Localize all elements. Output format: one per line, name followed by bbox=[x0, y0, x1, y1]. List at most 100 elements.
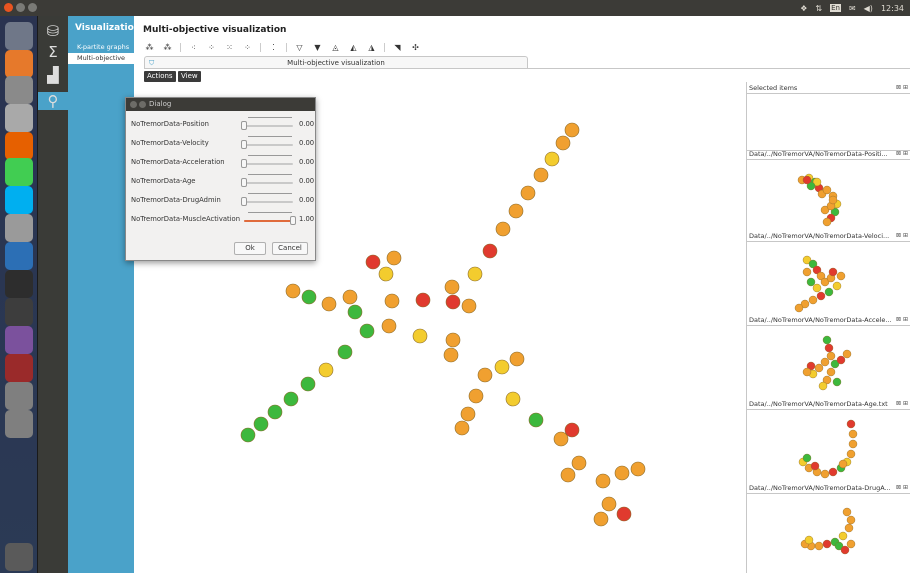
view-button[interactable]: View bbox=[178, 71, 201, 82]
toolbar-tool-1-2-icon[interactable]: ⁙ bbox=[224, 43, 235, 52]
thumbnail-window-icons[interactable]: ⊠ ⊞ bbox=[896, 150, 908, 157]
toolbar-tool-1-1-icon[interactable]: ⁘ bbox=[206, 43, 217, 52]
toolbar-tool-4-0-icon[interactable]: ◥ bbox=[392, 43, 403, 52]
scatter-point[interactable] bbox=[544, 151, 560, 167]
thumbnail-preview[interactable] bbox=[747, 241, 910, 313]
scatter-point[interactable] bbox=[445, 332, 461, 348]
terminal-icon[interactable] bbox=[5, 270, 33, 298]
scatter-point[interactable] bbox=[318, 362, 334, 378]
scatter-point[interactable] bbox=[482, 243, 498, 259]
scatter-point[interactable] bbox=[253, 416, 269, 432]
toolbar-tool-3-3-icon[interactable]: ◭ bbox=[348, 43, 359, 52]
weight-slider[interactable] bbox=[241, 178, 293, 187]
scatter-point[interactable] bbox=[460, 406, 476, 422]
scatter-point[interactable] bbox=[595, 473, 611, 489]
scatter-point[interactable] bbox=[495, 221, 511, 237]
scatter-point[interactable] bbox=[564, 422, 580, 438]
toolbar-tool-1-3-icon[interactable]: ⁘ bbox=[242, 43, 253, 52]
cancel-button[interactable]: Cancel bbox=[272, 242, 308, 255]
dropbox-icon[interactable]: ❖ bbox=[800, 4, 807, 13]
scatter-point[interactable] bbox=[301, 289, 317, 305]
database-icon[interactable]: ⛁ bbox=[43, 22, 63, 40]
clock[interactable]: 12:34 bbox=[881, 4, 904, 13]
scatter-point[interactable] bbox=[415, 292, 431, 308]
toolbar-tool-4-1-icon[interactable]: ✣ bbox=[410, 43, 421, 52]
scatter-point[interactable] bbox=[384, 293, 400, 309]
thumbnail-window-icons[interactable]: ⊠ ⊞ bbox=[896, 232, 908, 239]
scatter-point[interactable] bbox=[342, 289, 358, 305]
weight-slider[interactable] bbox=[241, 159, 293, 168]
toolbar-tool-3-2-icon[interactable]: ◬ bbox=[330, 43, 341, 52]
files-folder-icon[interactable] bbox=[5, 50, 33, 78]
text-editor-icon[interactable] bbox=[5, 104, 33, 132]
scatter-point[interactable] bbox=[321, 296, 337, 312]
scatter-point[interactable] bbox=[528, 412, 544, 428]
scatter-point[interactable] bbox=[461, 298, 477, 314]
scatter-point[interactable] bbox=[300, 376, 316, 392]
keyboard-layout-indicator[interactable]: En bbox=[830, 4, 841, 12]
scatter-point[interactable] bbox=[381, 318, 397, 334]
skype-icon[interactable] bbox=[5, 186, 33, 214]
dialog-close-button[interactable] bbox=[130, 101, 137, 108]
scatter-point[interactable] bbox=[614, 465, 630, 481]
scatter-point[interactable] bbox=[494, 359, 510, 375]
scatter-point[interactable] bbox=[359, 323, 375, 339]
document-viewer-icon[interactable] bbox=[5, 76, 33, 104]
dialog-minimize-button[interactable] bbox=[139, 101, 146, 108]
window-maximize-button[interactable] bbox=[28, 3, 37, 12]
toolbar-tool-3-1-icon[interactable]: ▼ bbox=[312, 43, 323, 52]
thumbnail-preview[interactable] bbox=[747, 493, 910, 565]
globe-red-icon[interactable] bbox=[5, 354, 33, 382]
panel-header-icons[interactable]: ⊠ ⊞ bbox=[896, 84, 908, 91]
window-close-button[interactable] bbox=[4, 3, 13, 12]
toolbar-tool-2-0-icon[interactable]: ⁚ bbox=[268, 43, 279, 52]
scatter-point[interactable] bbox=[508, 203, 524, 219]
ok-button[interactable]: Ok bbox=[234, 242, 266, 255]
firefox-icon[interactable] bbox=[5, 132, 33, 160]
scatter-point[interactable] bbox=[630, 461, 646, 477]
toolbar-tool-1-0-icon[interactable]: ⁖ bbox=[188, 43, 199, 52]
scatter-point[interactable] bbox=[240, 427, 256, 443]
search-icon[interactable]: ⚲ bbox=[38, 92, 68, 110]
slider-handle[interactable] bbox=[241, 159, 247, 168]
bar-chart-icon[interactable]: ▟ bbox=[43, 66, 63, 84]
weight-slider[interactable] bbox=[241, 121, 293, 130]
thumbnail-preview[interactable] bbox=[747, 325, 910, 397]
thumbnail-preview[interactable] bbox=[747, 409, 910, 481]
scatter-point[interactable] bbox=[337, 344, 353, 360]
slider-handle[interactable] bbox=[241, 178, 247, 187]
scatter-point[interactable] bbox=[454, 420, 470, 436]
trash-icon[interactable] bbox=[5, 543, 33, 571]
scatter-point[interactable] bbox=[593, 511, 609, 527]
weight-slider[interactable] bbox=[241, 140, 293, 149]
ubuntu-dash-icon[interactable] bbox=[5, 22, 33, 50]
scatter-point[interactable] bbox=[601, 496, 617, 512]
volume-icon[interactable]: ◀) bbox=[864, 4, 873, 13]
scatter-point[interactable] bbox=[468, 388, 484, 404]
scatter-point[interactable] bbox=[477, 367, 493, 383]
weight-slider[interactable] bbox=[241, 197, 293, 206]
scatter-point[interactable] bbox=[267, 404, 283, 420]
weight-slider[interactable] bbox=[244, 216, 296, 225]
scatter-point[interactable] bbox=[533, 167, 549, 183]
scatter-point[interactable] bbox=[444, 279, 460, 295]
scatter-point[interactable] bbox=[378, 266, 394, 282]
toolbar-tool-0-1-icon[interactable]: ⁂ bbox=[162, 43, 173, 52]
scatter-point[interactable] bbox=[509, 351, 525, 367]
viber-icon[interactable] bbox=[5, 326, 33, 354]
nav-item-k-partite-graphs[interactable]: K-partite graphs bbox=[68, 42, 134, 53]
scatter-point[interactable] bbox=[616, 506, 632, 522]
network-icon[interactable]: ⇅ bbox=[815, 4, 822, 13]
qt-creator-icon[interactable] bbox=[5, 158, 33, 186]
selected-items-list[interactable] bbox=[747, 93, 910, 151]
thumbnail-window-icons[interactable]: ⊠ ⊞ bbox=[896, 400, 908, 407]
scatter-point[interactable] bbox=[505, 391, 521, 407]
slider-handle[interactable] bbox=[241, 197, 247, 206]
thumbnail-window-icons[interactable]: ⊠ ⊞ bbox=[896, 316, 908, 323]
thumbnail-window-icons[interactable]: ⊠ ⊞ bbox=[896, 484, 908, 491]
unknown-app-icon[interactable] bbox=[5, 410, 33, 438]
system-monitor-icon[interactable] bbox=[5, 298, 33, 326]
window-minimize-button[interactable] bbox=[16, 3, 25, 12]
scatter-point[interactable] bbox=[283, 391, 299, 407]
scatter-point[interactable] bbox=[347, 304, 363, 320]
